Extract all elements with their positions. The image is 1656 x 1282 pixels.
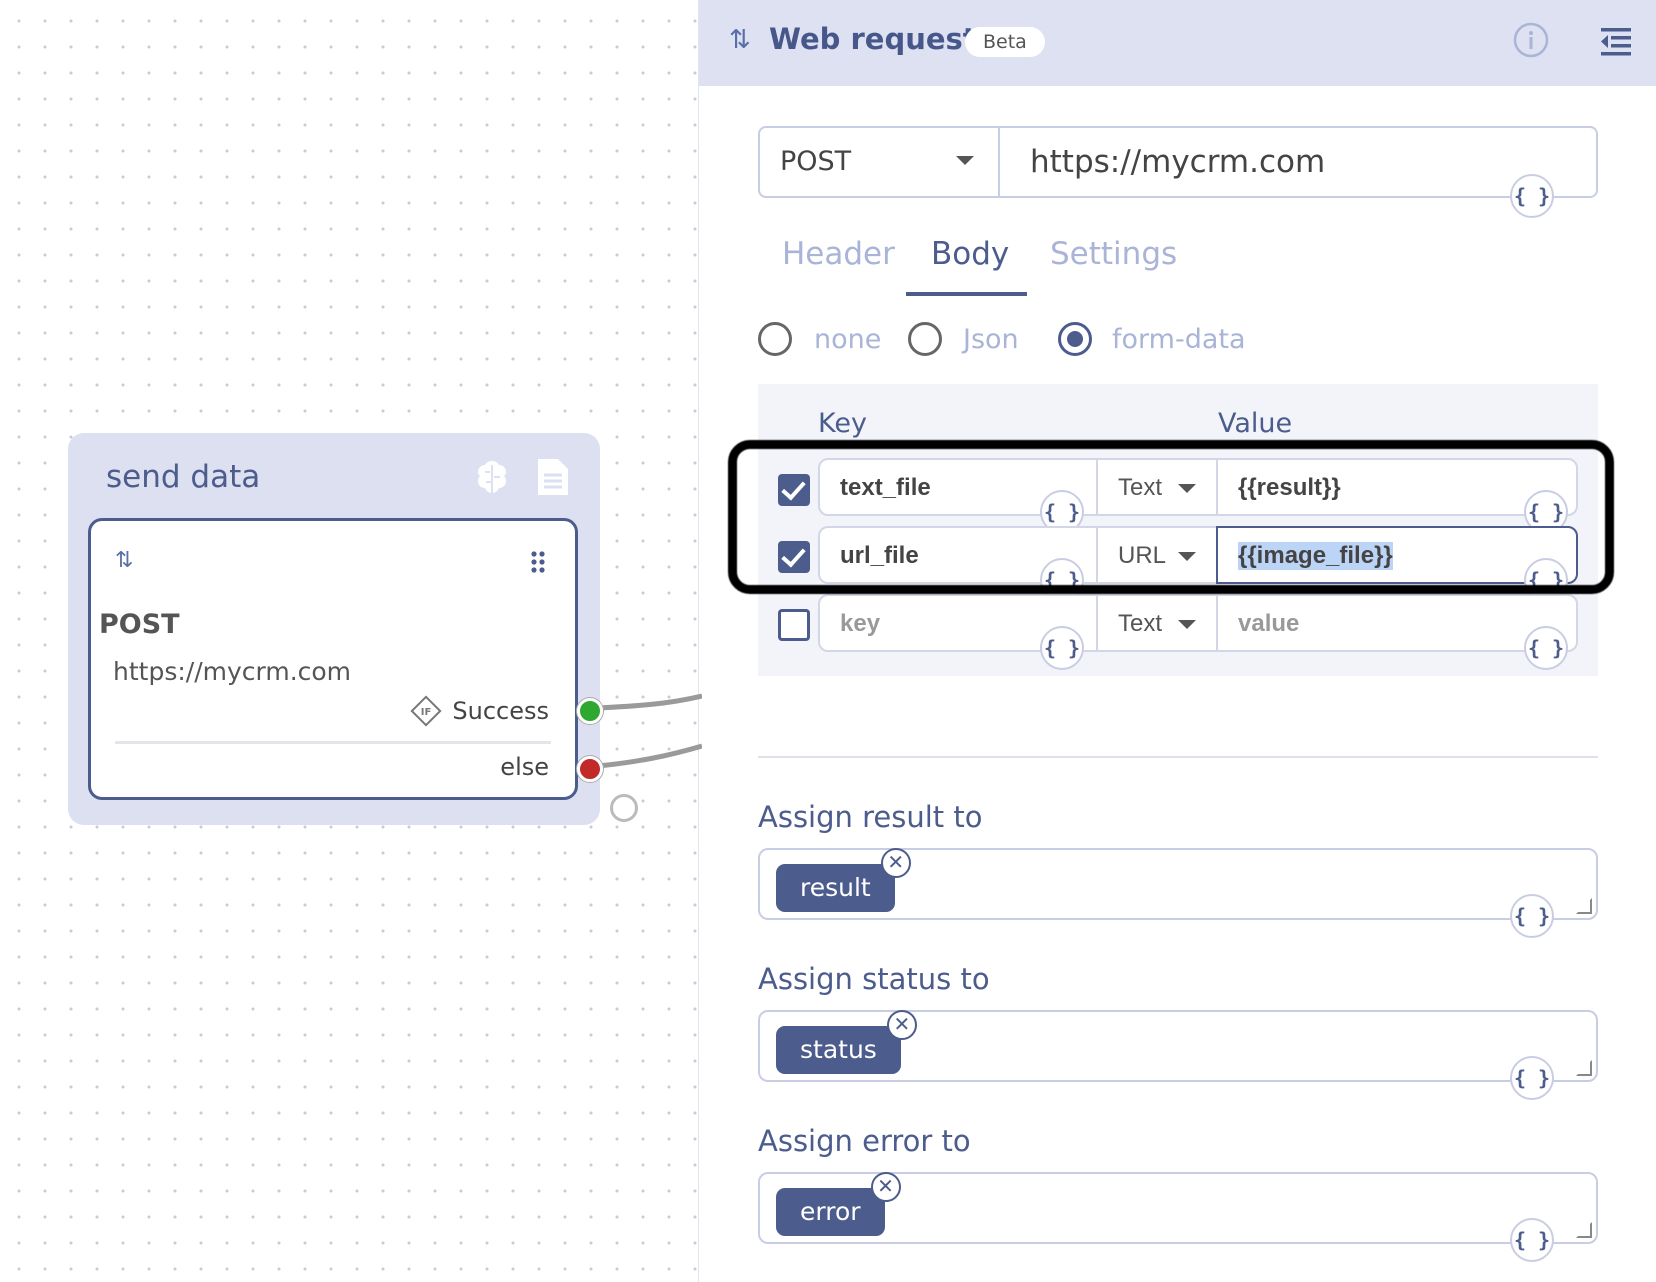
connector-lines — [598, 693, 702, 769]
variable-picker-icon[interactable]: { } — [1524, 626, 1568, 670]
type-select[interactable]: Text — [1096, 594, 1218, 652]
collapse-panel-icon[interactable] — [1599, 24, 1633, 58]
chip-label: error — [800, 1197, 861, 1226]
info-icon[interactable] — [1513, 22, 1549, 58]
tab-settings[interactable]: Settings — [1050, 236, 1177, 272]
type-value: Text — [1118, 610, 1163, 637]
row-enabled-checkbox[interactable] — [778, 609, 810, 641]
ai-brain-icon[interactable] — [472, 457, 512, 497]
radio-form-data[interactable] — [1058, 322, 1092, 356]
branch-separator — [115, 741, 551, 744]
request-url-group: POST https://mycrm.com — [758, 126, 1598, 198]
flow-node[interactable]: send data ⇅ POST https://mycrm.com IF Su… — [68, 433, 600, 825]
chip-label: status — [800, 1035, 877, 1064]
resize-handle[interactable] — [1576, 898, 1592, 914]
variable-picker-icon[interactable]: { } — [1040, 626, 1084, 670]
variable-picker-icon[interactable]: { } — [1510, 1218, 1554, 1262]
value-placeholder: value — [1238, 610, 1300, 637]
resize-handle[interactable] — [1576, 1060, 1592, 1076]
node-method: POST — [99, 609, 180, 640]
assign-result-field[interactable]: result ✕ — [758, 848, 1598, 920]
key-placeholder: key — [840, 610, 881, 637]
radio-none-label[interactable]: none — [814, 324, 881, 355]
web-request-icon: ⇅ — [115, 547, 134, 572]
if-condition-icon: IF — [410, 695, 442, 727]
variable-picker-icon[interactable]: { } — [1510, 1056, 1554, 1100]
success-port[interactable] — [577, 698, 603, 724]
notes-icon[interactable] — [532, 457, 572, 497]
close-icon[interactable]: ✕ — [886, 1010, 917, 1040]
assign-error-label: Assign error to — [758, 1124, 971, 1158]
close-icon[interactable]: ✕ — [870, 1172, 901, 1202]
tab-header[interactable]: Header — [782, 236, 895, 272]
assign-error-field[interactable]: error ✕ — [758, 1172, 1598, 1244]
section-divider — [758, 756, 1598, 758]
web-request-icon: ⇅ — [729, 24, 751, 54]
node-card[interactable]: ⇅ POST https://mycrm.com IF Success else — [88, 518, 578, 800]
variable-picker-icon[interactable]: { } — [1510, 174, 1554, 218]
radio-json-label[interactable]: Json — [963, 324, 1019, 355]
url-input[interactable]: https://mycrm.com — [1030, 144, 1325, 180]
status-chip: status ✕ — [776, 1010, 917, 1074]
success-branch: IF Success — [410, 695, 549, 727]
success-label: Success — [452, 697, 549, 725]
assign-status-label: Assign status to — [758, 962, 990, 996]
radio-form-data-label[interactable]: form-data — [1112, 324, 1246, 355]
panel-title: Web request — [769, 22, 977, 56]
else-port[interactable] — [577, 756, 603, 782]
drag-handle-icon[interactable] — [531, 551, 545, 573]
hand-drawn-highlight — [728, 440, 1614, 594]
method-value: POST — [780, 146, 852, 177]
output-port[interactable] — [610, 794, 638, 822]
node-url: https://mycrm.com — [113, 657, 352, 686]
variable-picker-icon[interactable]: { } — [1510, 894, 1554, 938]
resize-handle[interactable] — [1576, 1222, 1592, 1238]
method-select[interactable]: POST — [760, 128, 1000, 196]
radio-json[interactable] — [908, 322, 942, 356]
chip-label: result — [800, 873, 871, 902]
radio-none[interactable] — [758, 322, 792, 356]
result-chip: result ✕ — [776, 848, 911, 912]
else-label: else — [500, 753, 549, 781]
chevron-down-icon — [1178, 620, 1196, 629]
close-icon[interactable]: ✕ — [880, 848, 911, 878]
active-tab-indicator — [906, 292, 1027, 296]
panel-divider — [698, 0, 699, 1282]
value-column-header: Value — [1218, 408, 1293, 439]
assign-status-field[interactable]: status ✕ — [758, 1010, 1598, 1082]
if-icon-text: IF — [421, 707, 432, 718]
panel-header: ⇅ Web request Beta — [699, 0, 1656, 86]
chevron-down-icon — [956, 156, 974, 165]
assign-result-label: Assign result to — [758, 800, 983, 834]
beta-badge: Beta — [965, 27, 1045, 57]
key-column-header: Key — [818, 408, 867, 439]
node-title[interactable]: send data — [106, 459, 260, 495]
tab-body[interactable]: Body — [931, 236, 1009, 272]
error-chip: error ✕ — [776, 1172, 901, 1236]
